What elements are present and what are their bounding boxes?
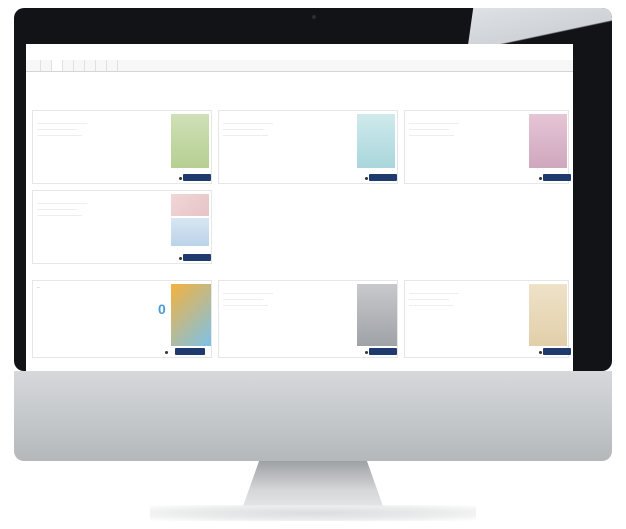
tab-5[interactable] bbox=[74, 60, 85, 71]
eye-icon[interactable] bbox=[365, 351, 368, 354]
campaign-card[interactable] bbox=[404, 280, 571, 358]
details-button[interactable] bbox=[543, 348, 571, 355]
details-button[interactable] bbox=[543, 174, 571, 181]
details-button[interactable] bbox=[369, 348, 397, 355]
eye-icon[interactable] bbox=[539, 177, 542, 180]
tab-4[interactable] bbox=[63, 60, 74, 71]
monitor-stand bbox=[242, 461, 384, 509]
browser-screen: ... 0 bbox=[26, 44, 573, 374]
cover-image[interactable] bbox=[171, 194, 209, 216]
camera-icon bbox=[312, 15, 316, 19]
eye-icon[interactable] bbox=[365, 177, 368, 180]
book-cover[interactable] bbox=[529, 114, 567, 168]
campaign-card[interactable] bbox=[32, 110, 212, 184]
campaign-card[interactable] bbox=[218, 110, 398, 184]
details-button[interactable] bbox=[183, 174, 211, 181]
eye-icon[interactable] bbox=[539, 351, 542, 354]
monitor-chin bbox=[14, 371, 612, 461]
tab-3-active[interactable] bbox=[52, 60, 63, 71]
book-cover[interactable] bbox=[171, 114, 209, 168]
campaign-card[interactable] bbox=[404, 110, 571, 184]
tab-1[interactable] bbox=[30, 60, 41, 71]
eye-icon[interactable] bbox=[179, 177, 182, 180]
book-cover[interactable] bbox=[357, 114, 395, 168]
campaign-card[interactable] bbox=[218, 280, 398, 358]
tab-bar bbox=[26, 60, 573, 72]
details-button[interactable] bbox=[369, 174, 397, 181]
tab-2[interactable] bbox=[41, 60, 52, 71]
cover-image[interactable] bbox=[171, 218, 209, 246]
price-value: 0 bbox=[158, 301, 166, 317]
tab-7[interactable] bbox=[96, 60, 107, 71]
book-cover[interactable] bbox=[357, 284, 397, 346]
colorful-cover[interactable] bbox=[171, 284, 211, 346]
tab-8[interactable] bbox=[107, 60, 118, 71]
featured-campaign-card[interactable]: ... 0 bbox=[32, 280, 212, 358]
book-cover[interactable] bbox=[529, 284, 567, 346]
details-button[interactable] bbox=[183, 254, 211, 261]
monitor-foot bbox=[150, 505, 476, 521]
featured-title: ... bbox=[37, 284, 41, 289]
order-button[interactable] bbox=[175, 348, 205, 355]
tab-6[interactable] bbox=[85, 60, 96, 71]
eye-icon[interactable] bbox=[179, 257, 182, 260]
campaign-card[interactable] bbox=[32, 190, 212, 264]
eye-icon[interactable] bbox=[165, 351, 168, 354]
